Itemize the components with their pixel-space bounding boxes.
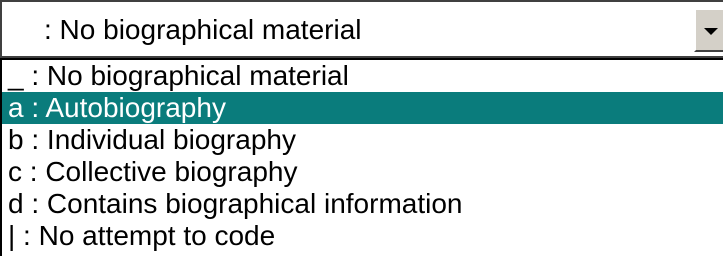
biography-combobox[interactable]: : No biographical material	[0, 0, 723, 58]
list-item-none[interactable]: _ : No biographical material	[2, 60, 723, 92]
list-item-autobiography[interactable]: a : Autobiography	[2, 92, 723, 124]
list-item-label: _ : No biographical material	[8, 60, 349, 91]
list-item-label: | : No attempt to code	[8, 220, 276, 251]
list-item-collective-biography[interactable]: c : Collective biography	[2, 156, 723, 188]
list-item-label: d : Contains biographical information	[8, 188, 463, 219]
dropdown-list[interactable]: _ : No biographical material a : Autobio…	[0, 58, 723, 256]
list-item-label: b : Individual biography	[8, 124, 296, 155]
dropdown-button[interactable]	[694, 8, 723, 52]
list-item-no-attempt-to-code[interactable]: | : No attempt to code	[2, 220, 723, 252]
chevron-down-icon	[704, 28, 718, 35]
list-item-contains-biographical-information[interactable]: d : Contains biographical information	[2, 188, 723, 220]
combo-selected-value: : No biographical material	[44, 14, 362, 45]
list-item-individual-biography[interactable]: b : Individual biography	[2, 124, 723, 156]
list-item-label: a : Autobiography	[8, 92, 226, 123]
list-item-label: c : Collective biography	[8, 156, 298, 187]
